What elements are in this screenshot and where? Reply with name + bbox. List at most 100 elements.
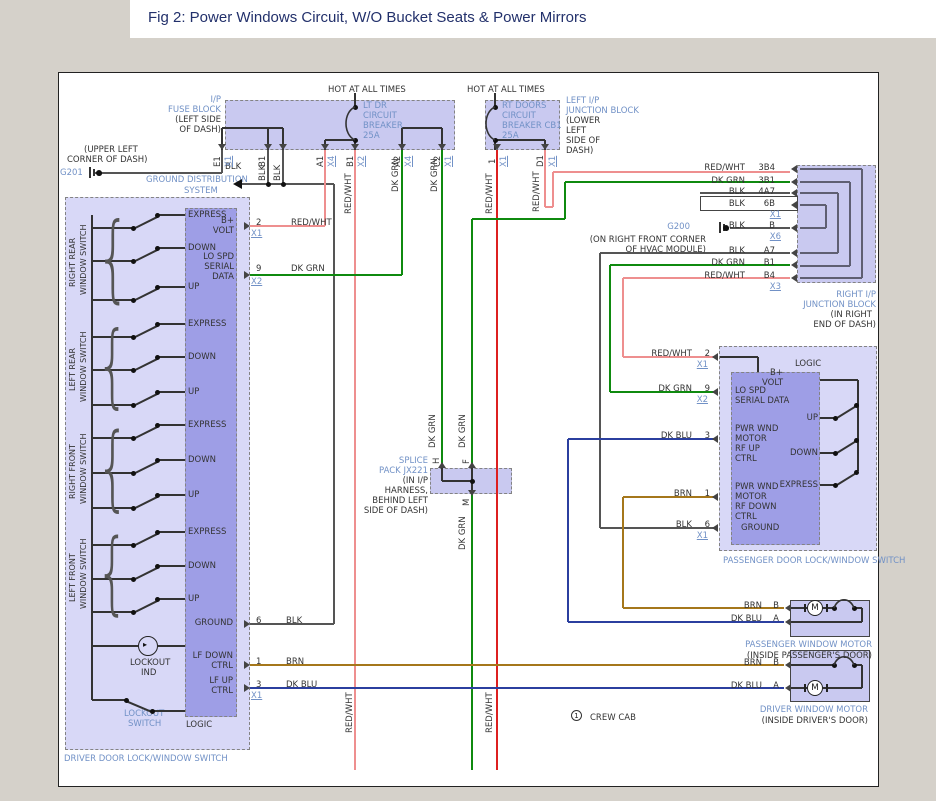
- label-right-i-p: RIGHT I/P: [836, 290, 876, 300]
- label-logic: LOGIC: [795, 359, 822, 369]
- label-x1: X1: [696, 531, 708, 541]
- switch-contact-stub: [157, 286, 185, 288]
- label-rf-down: RF DOWN: [735, 502, 777, 512]
- switch-dot: [154, 212, 160, 218]
- motor-internal: [823, 687, 862, 689]
- switch-dot: [154, 354, 160, 360]
- label-blk: BLK: [258, 164, 268, 181]
- diagram-layer: HOT AT ALL TIMES HOT AT ALL TIMES I/P FUSE …: [0, 0, 936, 801]
- label-e1: E1: [213, 156, 223, 167]
- terminal-arrow: [233, 179, 242, 189]
- label-of-hvac-module-: OF HVAC MODULE): [625, 245, 706, 255]
- g201-symbol-dot: [96, 170, 102, 176]
- label-6b: 6B: [763, 199, 775, 209]
- switch-dot: [832, 450, 838, 456]
- label-system: SYSTEM: [184, 186, 218, 196]
- ip-fuse-block-box: [225, 100, 455, 150]
- motor-internal: [861, 665, 863, 688]
- label-junction-block: JUNCTION BLOCK: [803, 300, 876, 310]
- wire-dkblu-passenger-up: [568, 438, 716, 440]
- switch-dot: [853, 402, 859, 408]
- group-brace: {: [96, 312, 130, 418]
- label-red-wht: RED/WHT: [704, 163, 745, 173]
- switch-dot: [154, 321, 160, 327]
- terminal-chevron: [791, 201, 797, 209]
- terminal-chevron: [791, 189, 797, 197]
- label-3b1: 3B1: [758, 176, 775, 186]
- switch-dot: [130, 576, 136, 582]
- wire-dkgrn-3b1-drop: [564, 182, 566, 219]
- switch-dot: [154, 284, 160, 290]
- label-blk: BLK: [675, 520, 692, 530]
- label-pwr-wnd: PWR WND: [735, 482, 779, 492]
- switch-dot: [130, 225, 136, 231]
- label-ground: GROUND: [194, 618, 233, 628]
- label-dk-blu: DK BLU: [660, 431, 692, 441]
- wire-dkgrn-a2-drop: [401, 150, 403, 275]
- terminal-chevron: [712, 435, 718, 443]
- passenger-switch-caption: PASSENGER DOOR LOCK/WINDOW SWITCH: [723, 556, 906, 566]
- terminal-chevron: [791, 261, 797, 269]
- window-switch-group-label: LEFT REAR: [68, 348, 77, 392]
- crew-cab-note: CREW CAB: [590, 713, 636, 723]
- junction-dot: [469, 478, 475, 484]
- switch-dot: [154, 422, 160, 428]
- label-x2: X2: [696, 395, 708, 405]
- switch-dot: [130, 609, 136, 615]
- wire-dkgrn-b1-drop: [609, 265, 611, 392]
- terminal-chevron: [218, 144, 226, 150]
- switch-contact-stub: [157, 531, 185, 533]
- label-blk: BLK: [273, 164, 283, 181]
- label-lf-up: LF UP: [209, 676, 233, 686]
- switch-dot: [130, 258, 136, 264]
- jb-internal: [800, 181, 850, 183]
- label-breaker: BREAKER: [363, 121, 403, 131]
- wire-brn-driver-motor: [250, 664, 784, 666]
- motor-internal: [790, 621, 862, 623]
- label--lower: (LOWER: [566, 116, 601, 126]
- label-x2: X2: [251, 277, 263, 287]
- switch-dot: [149, 708, 155, 714]
- terminal-chevron: [785, 618, 791, 626]
- label-b1: B1: [346, 155, 356, 167]
- label-lt-dr: LT DR: [363, 101, 387, 111]
- wire-blk-ground-bus-v: [333, 184, 335, 624]
- motor-internal: [790, 664, 834, 666]
- wire-blk-4a7-stub: [700, 192, 790, 194]
- wire-dkgrn-to-splice-f: [471, 219, 473, 468]
- label-lockout: LOCKOUT: [130, 658, 171, 668]
- label-3: 3: [704, 431, 710, 441]
- group-brace: {: [96, 520, 129, 625]
- switch-dot: [130, 334, 136, 340]
- label-1: 1: [704, 489, 710, 499]
- label-behind-left: BEHIND LEFT: [372, 496, 428, 506]
- junction-dot: [851, 605, 857, 611]
- splice-internal: [442, 480, 472, 482]
- terminal-chevron: [791, 178, 797, 186]
- label-blk: BLK: [286, 616, 303, 626]
- switch-contact-stub: [157, 214, 185, 216]
- terminal-chevron: [398, 144, 406, 150]
- label-lf-down: LF DOWN: [192, 651, 233, 661]
- label-left: LEFT: [566, 126, 587, 136]
- label-brn: BRN: [673, 489, 692, 499]
- label-i-p: I/P: [210, 95, 222, 105]
- label-left-i-p: LEFT I/P: [566, 96, 600, 106]
- g201-symbol: [93, 169, 95, 176]
- terminal-chevron: [712, 524, 718, 532]
- terminal-chevron: [791, 249, 797, 257]
- junction-dot: [492, 137, 498, 143]
- label-x4: X4: [404, 155, 414, 167]
- label-25a: 25A: [363, 131, 380, 141]
- g201-label: G201: [60, 168, 83, 178]
- label-ctrl: CTRL: [735, 512, 757, 522]
- window-switch-group-label: WINDOW SWITCH: [79, 433, 88, 504]
- label-dk-blu: DK BLU: [286, 680, 318, 690]
- switch-contact-stub: [157, 424, 185, 426]
- label--on-right-front-corner: (ON RIGHT FRONT CORNER: [589, 235, 706, 245]
- crew-cab-number-marker: 1: [571, 710, 582, 721]
- label-red-wht: RED/WHT: [344, 173, 354, 214]
- wire-dkgrn-splice-m-down: [471, 494, 473, 770]
- label-blk: BLK: [728, 246, 745, 256]
- passenger-motor-symbol: M: [807, 600, 823, 616]
